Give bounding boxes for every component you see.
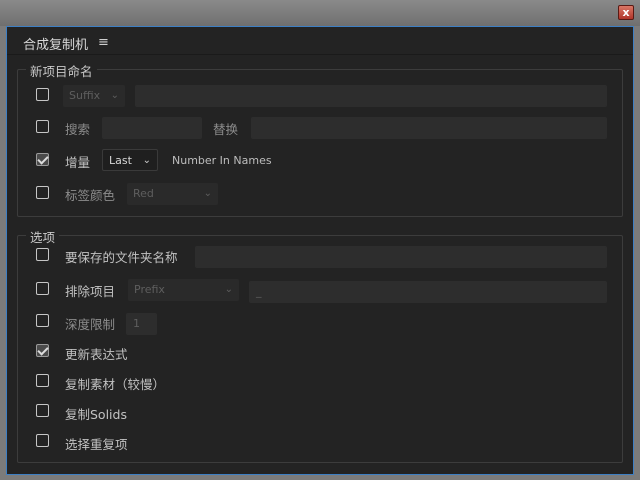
increment-select[interactable]: Last ⌄ — [102, 149, 158, 171]
panel-header: 合成复制机 ≡ — [7, 27, 633, 55]
suffix-select[interactable]: Suffix ⌄ — [63, 85, 125, 107]
panel-title: 合成复制机 — [23, 38, 89, 53]
panel-body: 新项目命名 Suffix ⌄ 搜索 替换 增量 Last ⌄ Number In… — [7, 55, 633, 474]
folder-name-label: 要保存的文件夹名称 — [65, 250, 178, 265]
chevron-down-icon: ⌄ — [224, 284, 233, 295]
update-expr-checkbox[interactable] — [36, 344, 49, 357]
close-button[interactable]: x — [618, 5, 634, 20]
chevron-down-icon: ⌄ — [110, 90, 119, 101]
copy-solids-label: 复制Solids — [65, 407, 127, 422]
window-titlebar: x — [0, 0, 640, 26]
folder-name-row: 要保存的文件夹名称 — [18, 245, 622, 269]
search-label: 搜索 — [65, 122, 91, 137]
search-checkbox[interactable] — [36, 120, 49, 133]
chevron-down-icon: ⌄ — [142, 155, 151, 166]
suffix-select-value: Suffix — [69, 89, 101, 102]
depth-checkbox[interactable] — [36, 314, 49, 327]
suffix-row: Suffix ⌄ — [18, 84, 622, 108]
folder-name-input[interactable] — [195, 246, 607, 268]
increment-row: 增量 Last ⌄ Number In Names — [18, 149, 622, 173]
exclude-select-value: Prefix — [134, 283, 165, 296]
exclude-select[interactable]: Prefix ⌄ — [128, 279, 239, 301]
copy-solids-checkbox[interactable] — [36, 404, 49, 417]
search-replace-row: 搜索 替换 — [18, 116, 622, 140]
increment-hint: Number In Names — [172, 154, 272, 167]
naming-group-legend: 新项目命名 — [26, 61, 97, 80]
options-group-legend: 选项 — [26, 227, 60, 246]
search-input[interactable] — [102, 117, 202, 139]
replace-input[interactable] — [251, 117, 607, 139]
label-color-select[interactable]: Red ⌄ — [127, 183, 218, 205]
depth-row: 深度限制 1 — [18, 312, 622, 336]
chevron-down-icon: ⌄ — [203, 188, 212, 199]
exclude-checkbox[interactable] — [36, 282, 49, 295]
depth-input-value: 1 — [133, 317, 140, 330]
folder-name-checkbox[interactable] — [36, 248, 49, 261]
label-color-label: 标签颜色 — [65, 188, 116, 203]
label-color-checkbox[interactable] — [36, 186, 49, 199]
copy-footage-row: 复制素材（较慢） — [18, 372, 622, 396]
composition-duplicator-window: 合成复制机 ≡ 新项目命名 Suffix ⌄ 搜索 替换 增量 Last ⌄ N… — [6, 26, 634, 475]
increment-label: 增量 — [65, 155, 91, 170]
select-dupes-row: 选择重复项 — [18, 432, 622, 456]
update-expr-row: 更新表达式 — [18, 343, 622, 367]
exclude-input-value: _ — [256, 285, 262, 298]
exclude-input[interactable]: _ — [249, 281, 607, 303]
label-color-select-value: Red — [133, 187, 154, 200]
suffix-input[interactable] — [135, 85, 607, 107]
depth-label: 深度限制 — [65, 317, 116, 332]
hamburger-menu-icon[interactable]: ≡ — [98, 35, 109, 50]
exclude-label: 排除项目 — [65, 284, 116, 299]
increment-checkbox[interactable] — [36, 153, 49, 166]
options-group: 选项 要保存的文件夹名称 排除项目 Prefix ⌄ _ 深度限制 1 更新表达… — [17, 227, 623, 463]
select-dupes-checkbox[interactable] — [36, 434, 49, 447]
naming-group: 新项目命名 Suffix ⌄ 搜索 替换 增量 Last ⌄ Number In… — [17, 61, 623, 217]
replace-label: 替换 — [213, 122, 239, 137]
update-expr-label: 更新表达式 — [65, 347, 128, 362]
label-color-row: 标签颜色 Red ⌄ — [18, 181, 622, 205]
copy-footage-label: 复制素材（较慢） — [65, 377, 166, 392]
increment-select-value: Last — [109, 154, 132, 167]
suffix-checkbox[interactable] — [36, 88, 49, 101]
depth-input[interactable]: 1 — [126, 313, 157, 335]
copy-footage-checkbox[interactable] — [36, 374, 49, 387]
copy-solids-row: 复制Solids — [18, 402, 622, 426]
select-dupes-label: 选择重复项 — [65, 437, 128, 452]
exclude-row: 排除项目 Prefix ⌄ _ — [18, 279, 622, 303]
